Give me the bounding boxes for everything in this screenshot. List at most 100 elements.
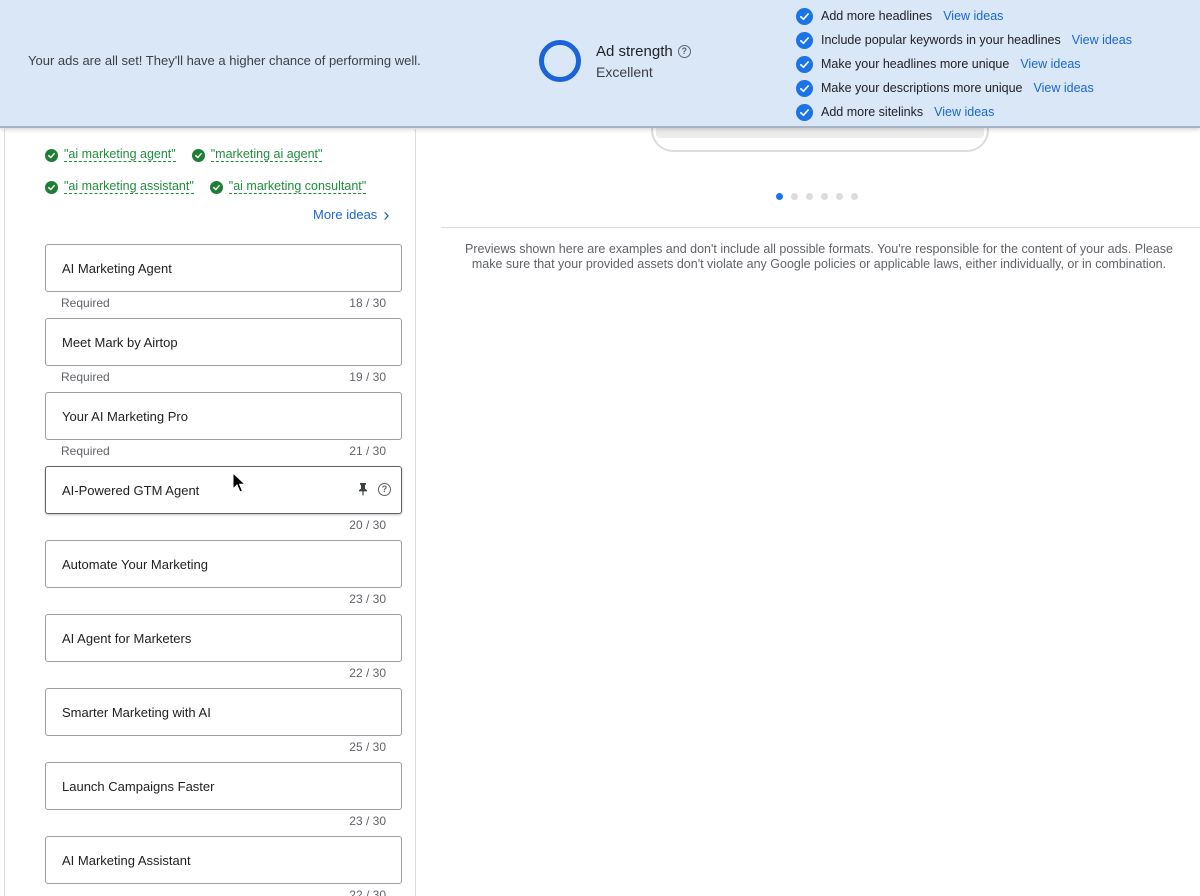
headline-field: AI Agent for Marketers 22 / 30	[45, 614, 402, 688]
preview-disclaimer: Previews shown here are examples and don…	[465, 242, 1173, 271]
headline-input[interactable]: AI Marketing Assistant	[45, 836, 402, 884]
headline-field: AI Marketing Assistant 22 / 30	[45, 836, 402, 896]
headlines-panel: "ai marketing agent" "marketing ai agent…	[4, 129, 416, 896]
headline-field: Your AI Marketing Pro Required 21 / 30	[45, 392, 402, 466]
headline-meta: 23 / 30	[61, 814, 386, 828]
keyword-text: "ai marketing agent"	[64, 147, 176, 162]
headline-tools: ?	[357, 482, 391, 496]
check-circle-icon	[191, 148, 205, 162]
headline-input[interactable]: Meet Mark by Airtop	[45, 318, 402, 366]
keyword-text: "marketing ai agent"	[210, 147, 323, 162]
headline-meta: Required 18 / 30	[61, 296, 386, 310]
ad-preview-placeholder-bar	[656, 128, 984, 138]
headline-char-count: 25 / 30	[349, 740, 386, 754]
ad-strength-banner: Your ads are all set! They'll have a hig…	[0, 0, 1200, 128]
keyword-chip[interactable]: "ai marketing assistant"	[45, 180, 194, 194]
keyword-chip[interactable]: "marketing ai agent"	[191, 147, 323, 162]
headline-char-count: 23 / 30	[349, 592, 386, 606]
headline-input[interactable]: Launch Campaigns Faster	[45, 762, 402, 810]
tip-item: Add more headlines View ideas	[796, 4, 1132, 28]
help-circle-icon[interactable]: ?	[378, 482, 391, 496]
view-ideas-link[interactable]: View ideas	[1072, 33, 1132, 47]
tip-item: Add more sitelinks View ideas	[796, 100, 1132, 124]
headline-meta: 22 / 30	[61, 666, 386, 680]
pin-icon[interactable]	[357, 482, 369, 496]
keyword-text: "ai marketing assistant"	[64, 179, 194, 194]
headline-meta: 23 / 30	[61, 592, 386, 606]
tip-label: Add more sitelinks	[821, 105, 924, 119]
headline-input[interactable]: Your AI Marketing Pro	[45, 392, 402, 440]
headline-field: Meet Mark by Airtop Required 19 / 30	[45, 318, 402, 392]
preview-divider	[441, 227, 1200, 228]
headline-note: Required	[61, 370, 110, 384]
headline-field: AI Marketing Agent Required 18 / 30	[45, 244, 402, 318]
more-ideas-label: More ideas	[313, 207, 378, 222]
check-circle-icon	[209, 180, 223, 194]
ad-strength-tips: Add more headlines View ideas Include po…	[796, 4, 1132, 124]
mouse-pointer-icon	[232, 472, 246, 493]
ad-strength-ring-icon	[539, 40, 581, 82]
tip-item: Make your headlines more unique View ide…	[796, 52, 1132, 76]
banner-message: Your ads are all set! They'll have a hig…	[28, 53, 421, 68]
carousel-dot[interactable]	[806, 193, 813, 200]
headline-char-count: 21 / 30	[349, 444, 386, 458]
headline-char-count: 22 / 30	[349, 666, 386, 680]
headline-meta: Required 21 / 30	[61, 444, 386, 458]
tip-item: Make your descriptions more unique View …	[796, 76, 1132, 100]
view-ideas-link[interactable]: View ideas	[1020, 57, 1080, 71]
view-ideas-link[interactable]: View ideas	[934, 105, 994, 119]
carousel-dot[interactable]	[851, 193, 858, 200]
keyword-text: "ai marketing consultant"	[228, 179, 367, 194]
headline-field: Automate Your Marketing 23 / 30	[45, 540, 402, 614]
view-ideas-link[interactable]: View ideas	[943, 9, 1003, 23]
tip-label: Add more headlines	[821, 9, 933, 23]
headline-field: AI-Powered GTM Agent ? 20 / 30	[45, 466, 402, 540]
keyword-chip[interactable]: "ai marketing agent"	[45, 148, 176, 162]
check-circle-icon	[796, 79, 813, 97]
tip-label: Include popular keywords in your headlin…	[821, 33, 1061, 47]
check-circle-icon	[796, 55, 813, 73]
tip-label: Make your descriptions more unique	[821, 81, 1023, 95]
headline-note: Required	[61, 296, 110, 310]
headline-input-text: AI-Powered GTM Agent	[62, 482, 200, 498]
carousel-dot[interactable]	[821, 193, 828, 200]
headline-input[interactable]: AI Marketing Agent	[45, 244, 402, 292]
headline-meta: 22 / 30	[61, 888, 386, 896]
view-ideas-link[interactable]: View ideas	[1034, 81, 1094, 95]
headline-char-count: 23 / 30	[349, 814, 386, 828]
ad-strength-value: Excellent	[596, 64, 653, 80]
check-circle-icon	[45, 180, 58, 194]
carousel-dot[interactable]	[776, 193, 783, 200]
headline-meta: Required 19 / 30	[61, 370, 386, 384]
tip-label: Make your headlines more unique	[821, 57, 1010, 71]
headline-input[interactable]: AI Agent for Marketers	[45, 614, 402, 662]
keyword-row: "ai marketing assistant" "ai marketing c…	[45, 171, 405, 203]
ad-strength-label: Ad strength	[596, 43, 673, 60]
check-circle-icon	[796, 103, 813, 121]
headline-meta: 20 / 30	[61, 518, 386, 532]
headline-char-count: 20 / 30	[349, 518, 386, 532]
carousel-dot[interactable]	[791, 193, 798, 200]
keyword-suggestions: "ai marketing agent" "marketing ai agent…	[45, 139, 405, 203]
headline-meta: 25 / 30	[61, 740, 386, 754]
help-circle-icon[interactable]: ?	[677, 45, 691, 58]
headline-input[interactable]: Automate Your Marketing	[45, 540, 402, 588]
check-circle-icon	[45, 148, 58, 162]
ad-strength-title: Ad strength ?	[596, 43, 691, 60]
carousel-dot[interactable]	[836, 193, 843, 200]
headline-input[interactable]: Smarter Marketing with AI	[45, 688, 402, 736]
headline-note: Required	[61, 444, 110, 458]
check-circle-icon	[796, 7, 813, 25]
headline-char-count: 22 / 30	[349, 888, 386, 896]
headline-field: Smarter Marketing with AI 25 / 30	[45, 688, 402, 762]
more-ideas-button[interactable]: More ideas ›	[313, 204, 390, 225]
check-circle-icon	[796, 31, 813, 49]
headline-field: Launch Campaigns Faster 23 / 30	[45, 762, 402, 836]
tip-item: Include popular keywords in your headlin…	[796, 28, 1132, 52]
headline-char-count: 18 / 30	[349, 296, 386, 310]
headline-char-count: 19 / 30	[349, 370, 386, 384]
headline-list: AI Marketing Agent Required 18 / 30 Meet…	[45, 244, 402, 896]
keyword-chip[interactable]: "ai marketing consultant"	[209, 179, 367, 194]
headline-input[interactable]: AI-Powered GTM Agent ?	[45, 466, 402, 514]
chevron-right-icon: ›	[383, 204, 390, 225]
